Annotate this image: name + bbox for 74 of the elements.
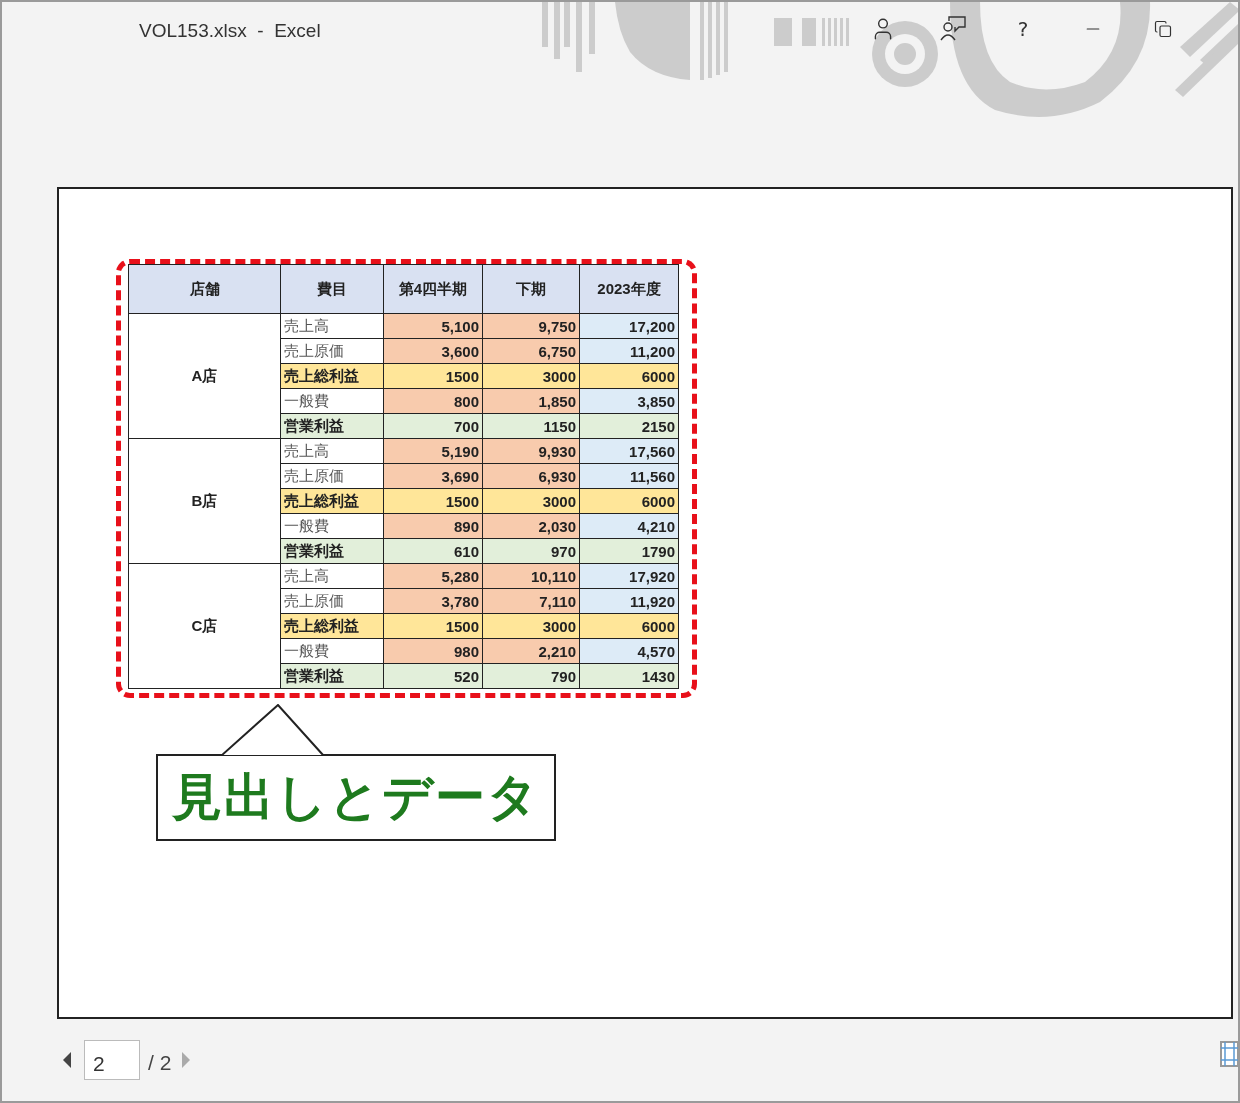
window-title: VOL153.xlsx - Excel bbox=[139, 20, 321, 42]
value-cell: 1150 bbox=[482, 413, 580, 439]
value-cell: 800 bbox=[383, 388, 483, 414]
item-cell: 一般費 bbox=[280, 388, 384, 414]
value-cell: 7,110 bbox=[482, 588, 580, 614]
store-cell: B店 bbox=[128, 438, 281, 564]
item-cell: 売上原価 bbox=[280, 338, 384, 364]
value-cell: 1500 bbox=[383, 488, 483, 514]
value-cell: 790 bbox=[482, 663, 580, 689]
value-cell: 610 bbox=[383, 538, 483, 564]
value-cell: 3,780 bbox=[383, 588, 483, 614]
store-cell: C店 bbox=[128, 563, 281, 689]
value-cell: 2,210 bbox=[482, 638, 580, 664]
value-cell: 3000 bbox=[482, 488, 580, 514]
item-cell: 売上原価 bbox=[280, 588, 384, 614]
value-cell: 11,200 bbox=[579, 338, 679, 364]
value-cell: 890 bbox=[383, 513, 483, 539]
value-cell: 9,930 bbox=[482, 438, 580, 464]
value-cell: 5,190 bbox=[383, 438, 483, 464]
value-cell: 1,850 bbox=[482, 388, 580, 414]
value-cell: 3,600 bbox=[383, 338, 483, 364]
item-cell: 売上原価 bbox=[280, 463, 384, 489]
help-button[interactable]: ? bbox=[988, 12, 1058, 46]
value-cell: 2,030 bbox=[482, 513, 580, 539]
item-cell: 売上総利益 bbox=[280, 363, 384, 389]
value-cell: 4,210 bbox=[579, 513, 679, 539]
value-cell: 5,280 bbox=[383, 563, 483, 589]
value-cell: 17,200 bbox=[579, 313, 679, 339]
value-cell: 3,850 bbox=[579, 388, 679, 414]
value-cell: 3,690 bbox=[383, 463, 483, 489]
value-cell: 6000 bbox=[579, 613, 679, 639]
value-cell: 980 bbox=[383, 638, 483, 664]
value-cell: 2150 bbox=[579, 413, 679, 439]
store-cell: A店 bbox=[128, 313, 281, 439]
item-cell: 売上高 bbox=[280, 438, 384, 464]
value-cell: 1790 bbox=[579, 538, 679, 564]
page-total: / 2 bbox=[148, 1051, 172, 1076]
value-cell: 970 bbox=[482, 538, 580, 564]
item-cell: 売上総利益 bbox=[280, 488, 384, 514]
value-cell: 1500 bbox=[383, 363, 483, 389]
value-cell: 3000 bbox=[482, 363, 580, 389]
callout-text: 見出しとデータ bbox=[172, 768, 540, 828]
item-cell: 売上高 bbox=[280, 563, 384, 589]
column-header: 店舗 bbox=[128, 264, 281, 314]
value-cell: 700 bbox=[383, 413, 483, 439]
page-number-field[interactable]: 2 bbox=[84, 1040, 140, 1081]
value-cell: 6000 bbox=[579, 488, 679, 514]
value-cell: 6,930 bbox=[482, 463, 580, 489]
value-cell: 520 bbox=[383, 663, 483, 689]
column-header: 下期 bbox=[482, 264, 580, 314]
value-cell: 6,750 bbox=[482, 338, 580, 364]
value-cell: 3000 bbox=[482, 613, 580, 639]
value-cell: 1500 bbox=[383, 613, 483, 639]
normal-view-icon[interactable] bbox=[1220, 1041, 1238, 1068]
value-cell: 11,920 bbox=[579, 588, 679, 614]
value-cell: 17,560 bbox=[579, 438, 679, 464]
item-cell: 売上総利益 bbox=[280, 613, 384, 639]
item-cell: 一般費 bbox=[280, 513, 384, 539]
column-header: 第4四半期 bbox=[383, 264, 483, 314]
value-cell: 5,100 bbox=[383, 313, 483, 339]
value-cell: 9,750 bbox=[482, 313, 580, 339]
item-cell: 営業利益 bbox=[280, 538, 384, 564]
item-cell: 売上高 bbox=[280, 313, 384, 339]
value-cell: 11,560 bbox=[579, 463, 679, 489]
value-cell: 17,920 bbox=[579, 563, 679, 589]
item-cell: 営業利益 bbox=[280, 663, 384, 689]
column-header: 2023年度 bbox=[579, 264, 679, 314]
item-cell: 営業利益 bbox=[280, 413, 384, 439]
column-header: 費目 bbox=[280, 264, 384, 314]
value-cell: 10,110 bbox=[482, 563, 580, 589]
value-cell: 4,570 bbox=[579, 638, 679, 664]
value-cell: 6000 bbox=[579, 363, 679, 389]
value-cell: 1430 bbox=[579, 663, 679, 689]
item-cell: 一般費 bbox=[280, 638, 384, 664]
